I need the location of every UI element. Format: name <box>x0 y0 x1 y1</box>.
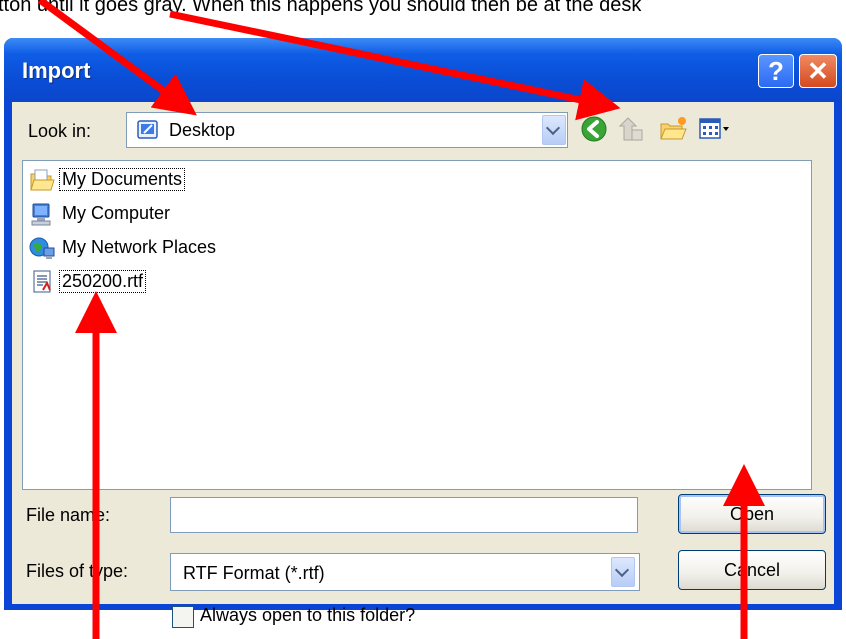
list-item-label: 250200.rtf <box>58 270 147 293</box>
chevron-down-icon <box>545 120 561 136</box>
dialog-title: Import <box>22 58 91 83</box>
import-dialog: Import ? ✕ Look in: Desktop My Documents… <box>4 38 842 628</box>
files-of-type-dropdown[interactable]: RTF Format (*.rtf) <box>170 553 640 591</box>
new-folder-icon[interactable] <box>658 114 688 144</box>
chevron-down-icon <box>614 562 630 578</box>
files-of-type-dropdown-button[interactable] <box>611 557 635 587</box>
list-item-label: My Computer <box>62 203 171 223</box>
file-name-label: File name: <box>26 505 111 525</box>
my-computer-icon <box>31 203 51 226</box>
network-places-icon <box>29 237 55 259</box>
my-documents-icon <box>30 169 55 191</box>
list-item-label: My Documents <box>58 168 186 191</box>
always-open-label: Always open to this folder? <box>200 605 416 625</box>
title-bar: Import ? ✕ <box>4 38 842 102</box>
help-button[interactable]: ? <box>758 54 794 88</box>
look-in-label: Look in: <box>28 121 92 141</box>
file-name-input[interactable] <box>170 497 638 533</box>
list-item-label: My Network Places <box>62 237 217 257</box>
instruction-text: tton until it goes gray. When this happe… <box>0 0 846 18</box>
look-in-value: Desktop <box>169 120 236 140</box>
rtf-file-icon <box>33 270 51 293</box>
close-button[interactable]: ✕ <box>799 54 837 88</box>
look-in-dropdown-button[interactable] <box>542 115 566 145</box>
files-of-type-value: RTF Format (*.rtf) <box>183 563 325 583</box>
file-list[interactable]: My Documents My Computer My Network Plac… <box>22 160 812 490</box>
up-folder-icon[interactable] <box>616 114 646 144</box>
look-in-dropdown[interactable]: Desktop <box>126 112 568 148</box>
back-icon[interactable] <box>579 114 609 144</box>
cancel-button[interactable]: Cancel <box>678 550 826 590</box>
open-button[interactable]: Open <box>678 494 826 534</box>
always-open-checkbox[interactable] <box>172 606 194 628</box>
desktop-icon <box>137 120 158 139</box>
files-of-type-label: Files of type: <box>26 561 129 581</box>
instruction-text-content: tton until it goes gray. When this happe… <box>0 0 642 16</box>
views-menu-icon[interactable] <box>698 114 732 144</box>
